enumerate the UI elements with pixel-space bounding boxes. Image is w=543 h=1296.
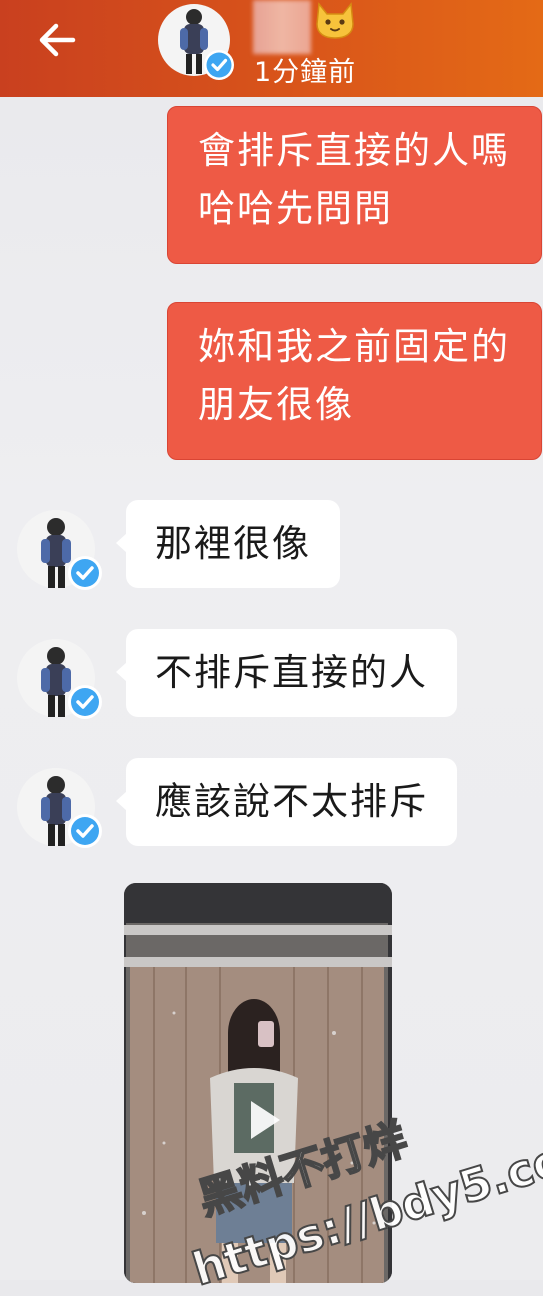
incoming-message[interactable]: 應該說不太排斥 bbox=[116, 758, 457, 846]
incoming-message[interactable]: 不排斥直接的人 bbox=[116, 629, 457, 717]
contact-name-redacted bbox=[253, 0, 311, 54]
outgoing-message[interactable]: 妳和我之前固定的朋友很像 bbox=[167, 302, 542, 460]
verified-badge-icon bbox=[202, 48, 236, 82]
last-seen-time: 1分鐘前 bbox=[254, 57, 357, 88]
outgoing-message[interactable]: 會排斥直接的人嗎 哈哈先問問 bbox=[167, 106, 542, 264]
chat-header: 1分鐘前 bbox=[0, 0, 543, 97]
sender-avatar[interactable] bbox=[16, 509, 102, 593]
incoming-message[interactable]: 那裡很像 bbox=[116, 500, 340, 588]
video-message[interactable] bbox=[124, 883, 392, 1283]
video-thumbnail bbox=[124, 883, 392, 1283]
arrow-left-icon bbox=[39, 23, 76, 57]
sender-avatar[interactable] bbox=[16, 638, 102, 722]
play-icon[interactable] bbox=[247, 1098, 283, 1142]
cat-face-icon bbox=[313, 0, 357, 40]
sender-avatar[interactable] bbox=[16, 767, 102, 851]
back-button[interactable] bbox=[30, 18, 84, 62]
